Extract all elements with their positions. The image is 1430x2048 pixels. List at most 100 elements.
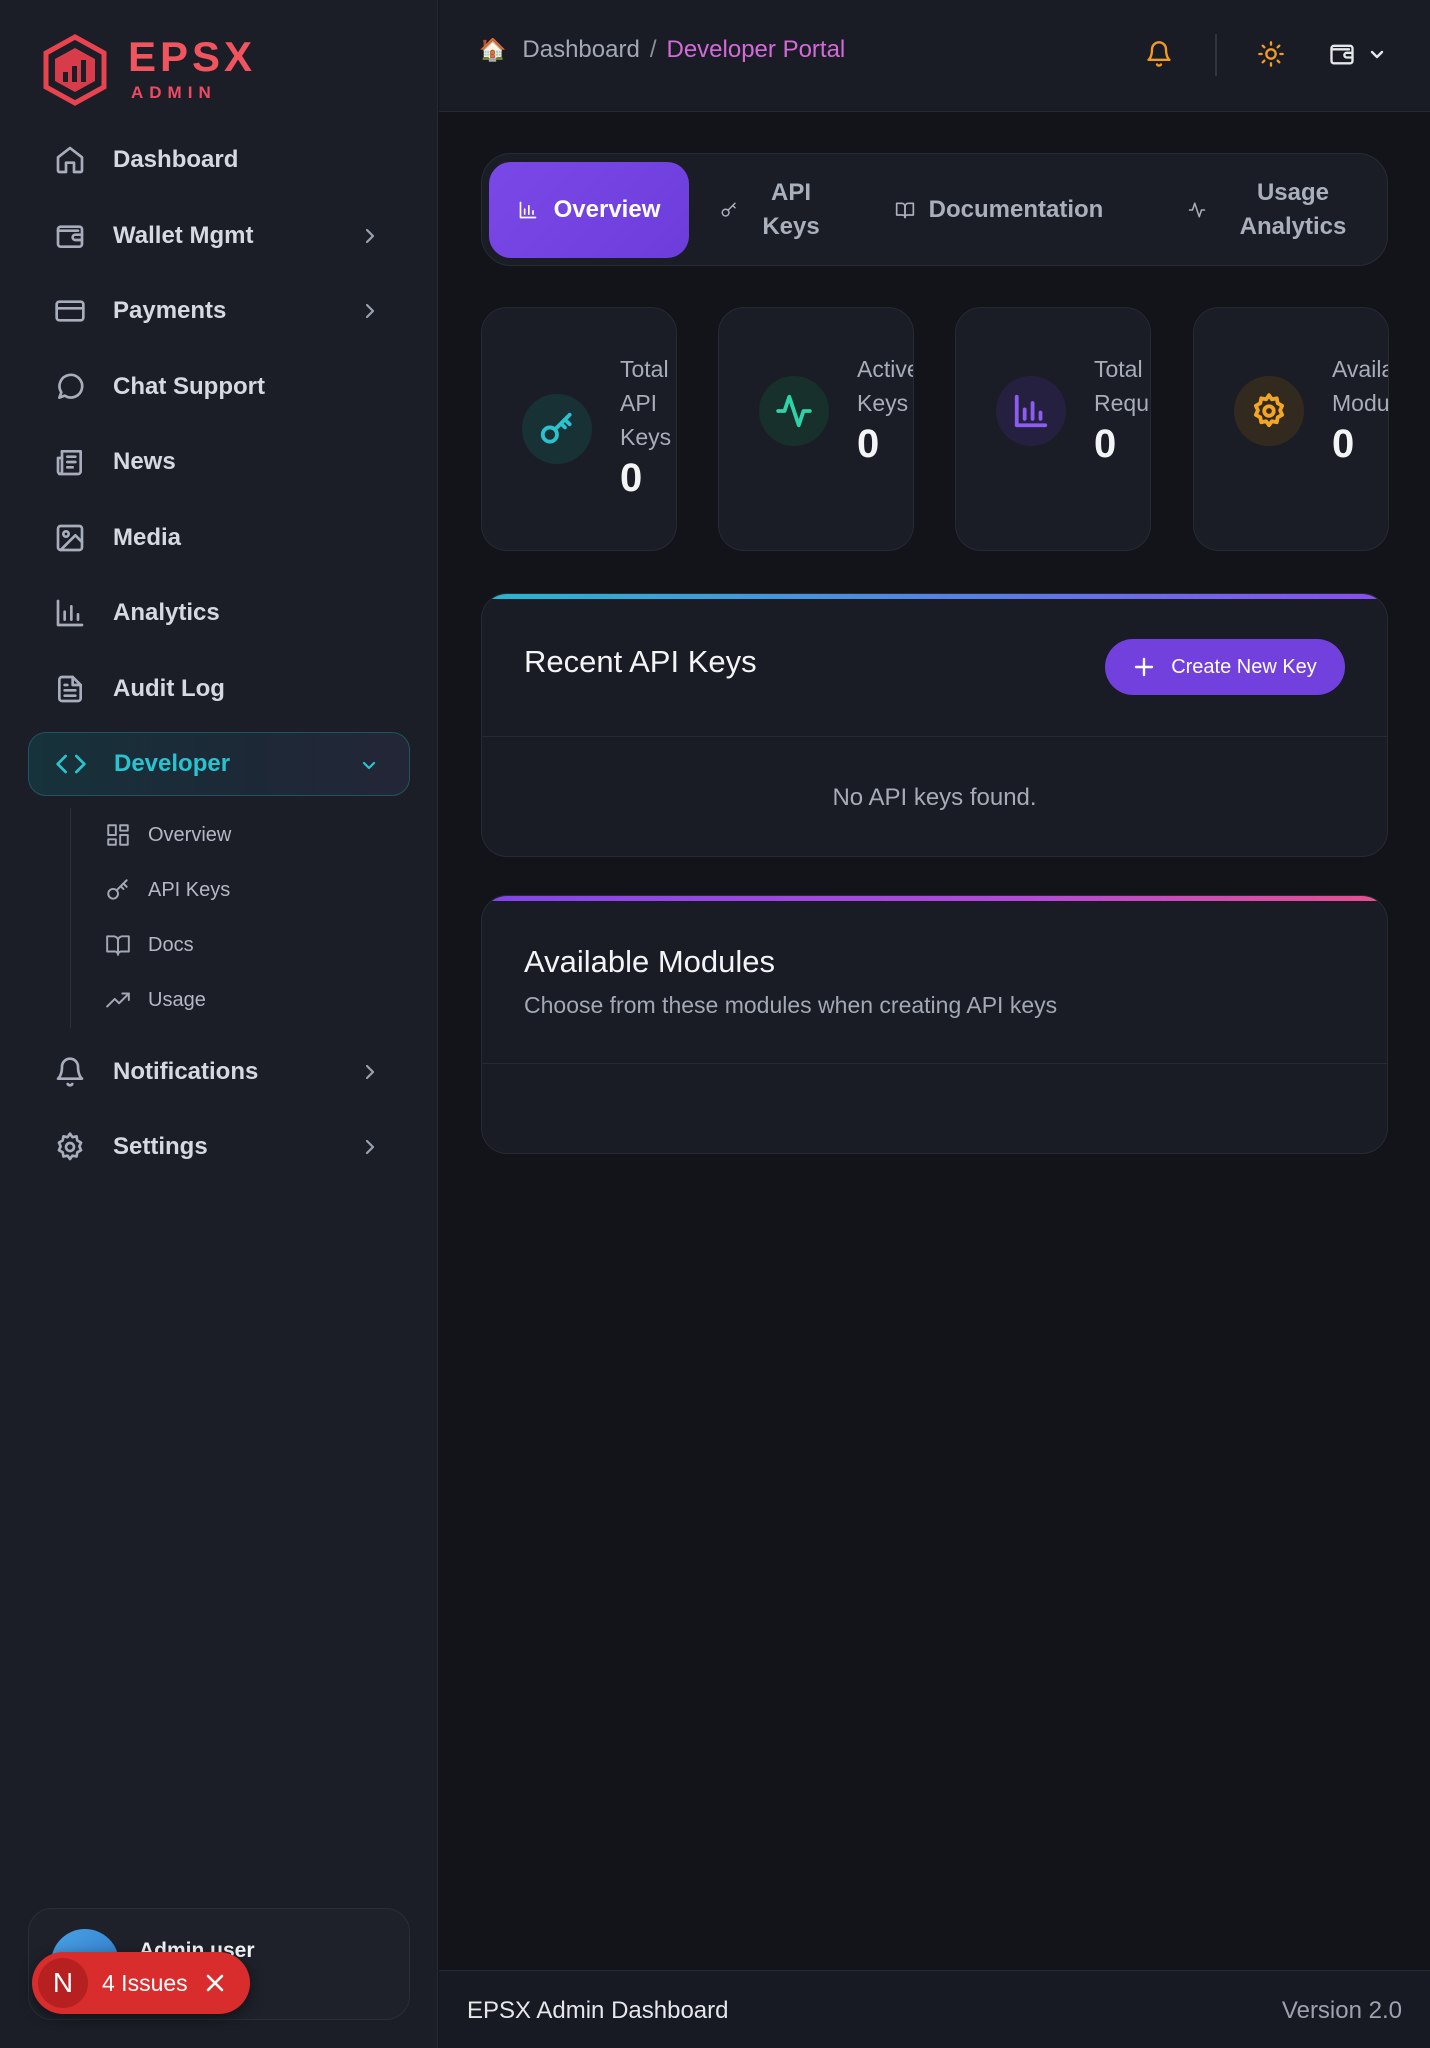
stat-label: Total API Keys — [620, 356, 672, 450]
tab-documentation[interactable]: Documentation — [884, 162, 1114, 258]
developer-tabs: Overview API Keys Documentation Usage An… — [481, 153, 1388, 266]
card-accent-bar — [482, 896, 1387, 901]
sidebar-item-label: Dashboard — [113, 146, 239, 173]
card-divider — [482, 736, 1387, 737]
tab-label: Documentation — [928, 196, 1104, 223]
create-new-key-button[interactable]: Create New Key — [1105, 639, 1345, 695]
sidebar-item-chat-support[interactable]: Chat Support — [28, 355, 410, 419]
breadcrumb-separator: / — [649, 36, 657, 63]
trending-up-icon — [106, 992, 130, 1008]
sidebar-item-dashboard[interactable]: Dashboard — [28, 128, 410, 192]
sidebar-item-audit-log[interactable]: Audit Log — [28, 657, 410, 721]
newspaper-icon — [56, 450, 82, 476]
wallet-icon[interactable] — [1328, 40, 1356, 68]
sidebar-item-developer[interactable]: Developer — [28, 732, 410, 796]
sidebar-item-label: Settings — [113, 1133, 208, 1160]
chat-bubble-icon — [58, 373, 84, 399]
subnav-item-label: Usage — [148, 988, 206, 1011]
footer: EPSX Admin Dashboard Version 2.0 — [439, 1970, 1430, 2048]
footer-title: EPSX Admin Dashboard — [467, 1997, 729, 2024]
stat-label: Active Keys — [857, 356, 914, 416]
sidebar-item-media[interactable]: Media — [28, 506, 410, 570]
key-icon — [540, 412, 572, 444]
stat-card-total-api-keys: Total API Keys 0 — [481, 307, 677, 551]
stat-icon-wrap — [759, 376, 829, 446]
chevron-down-icon — [362, 761, 376, 770]
file-text-icon — [58, 675, 82, 702]
grid-icon — [107, 824, 129, 846]
breadcrumb-parent[interactable]: Dashboard — [522, 36, 639, 64]
top-header: 🏠 Dashboard / Developer Portal — [439, 0, 1430, 112]
tab-overview[interactable]: Overview — [489, 162, 689, 258]
bar-chart-icon — [1014, 394, 1048, 428]
sidebar-item-label: Media — [113, 523, 182, 551]
subnav-item-usage[interactable]: Usage — [105, 973, 410, 1028]
stat-icon-wrap — [996, 376, 1066, 446]
sidebar-item-wallet-mgmt[interactable]: Wallet Mgmt — [28, 204, 410, 268]
sidebar-item-settings[interactable]: Settings — [28, 1115, 410, 1179]
footer-version: Version 2.0 — [1281, 1997, 1402, 2024]
sidebar-item-label: Developer — [114, 750, 231, 777]
issues-logo: N — [38, 1958, 88, 2008]
card-accent-bar — [482, 594, 1387, 599]
issues-badge[interactable]: N 4 Issues — [32, 1952, 250, 2014]
chevron-right-icon — [365, 303, 375, 319]
subnav-item-overview[interactable]: Overview — [105, 808, 410, 863]
main-content: Overview API Keys Documentation Usage An… — [439, 113, 1430, 1970]
sidebar-item-label: Payments — [113, 297, 227, 324]
subnav-item-api-keys[interactable]: API Keys — [105, 863, 410, 918]
sidebar-item-label: Chat Support — [113, 372, 265, 400]
sidebar-item-label: Analytics — [113, 599, 220, 626]
brand-logo[interactable]: EPSX ADMIN — [42, 34, 256, 106]
breadcrumb: 🏠 Dashboard / Developer Portal — [479, 36, 845, 64]
chevron-right-icon — [365, 1139, 375, 1155]
stat-value: 0 — [1332, 422, 1355, 466]
activity-icon — [776, 394, 812, 428]
stat-value: 0 — [620, 456, 643, 500]
sidebar-item-label: Wallet Mgmt — [113, 221, 254, 249]
stat-icon-wrap — [1234, 376, 1304, 446]
issues-label: 4 Issues — [102, 1969, 188, 1996]
gear-icon — [1253, 393, 1285, 428]
chevron-down-icon[interactable] — [1369, 46, 1385, 62]
sidebar-item-payments[interactable]: Payments — [28, 279, 410, 343]
tab-usage-analytics[interactable]: Usage Analytics — [1162, 162, 1372, 258]
available-modules-card: Available Modules Choose from these modu… — [481, 895, 1388, 1154]
sidebar-item-label: Audit Log — [113, 674, 225, 702]
tab-label-line1: Usage — [1256, 179, 1330, 206]
logo-icon — [43, 34, 107, 106]
chevron-right-icon — [365, 228, 375, 243]
bell-icon[interactable] — [1145, 40, 1173, 68]
sun-icon[interactable] — [1257, 40, 1285, 68]
tab-api-keys[interactable]: API Keys — [710, 162, 830, 258]
book-open-icon — [106, 935, 130, 956]
stat-card-active-keys: Active Keys 0 — [718, 307, 914, 551]
close-icon[interactable] — [204, 1972, 226, 1994]
gear-icon — [57, 1132, 83, 1161]
card-title: Available Modules — [524, 944, 776, 979]
chevron-right-icon — [365, 1064, 375, 1079]
bell-icon — [56, 1056, 84, 1087]
subnav-item-docs[interactable]: Docs — [105, 918, 410, 973]
code-icon — [56, 754, 86, 774]
sidebar-item-notifications[interactable]: Notifications — [28, 1040, 410, 1104]
plus-icon — [1134, 657, 1154, 677]
tab-label: Overview — [553, 196, 661, 223]
sidebar-item-news[interactable]: News — [28, 430, 410, 494]
subnav-item-label: Docs — [148, 933, 194, 956]
sidebar-item-analytics[interactable]: Analytics — [28, 581, 410, 645]
header-divider — [1215, 34, 1217, 76]
sidebar-item-label: News — [113, 448, 176, 475]
wallet-icon — [56, 224, 84, 248]
sidebar: EPSX ADMIN Dashboard Wallet Mgmt Payment… — [0, 0, 438, 2048]
brand-subtitle: ADMIN — [131, 83, 217, 102]
home-icon[interactable]: 🏠 — [479, 37, 506, 63]
brand-title: EPSX — [128, 33, 257, 80]
card-title: Recent API Keys — [524, 644, 757, 679]
sidebar-item-label: Notifications — [113, 1057, 259, 1085]
empty-state-text: No API keys found. — [832, 784, 1037, 811]
stat-label: Total Requests — [1094, 356, 1150, 416]
stat-card-total-requests: Total Requests 0 — [955, 307, 1151, 551]
subnav-item-label: Overview — [148, 823, 232, 846]
home-icon — [56, 146, 84, 174]
